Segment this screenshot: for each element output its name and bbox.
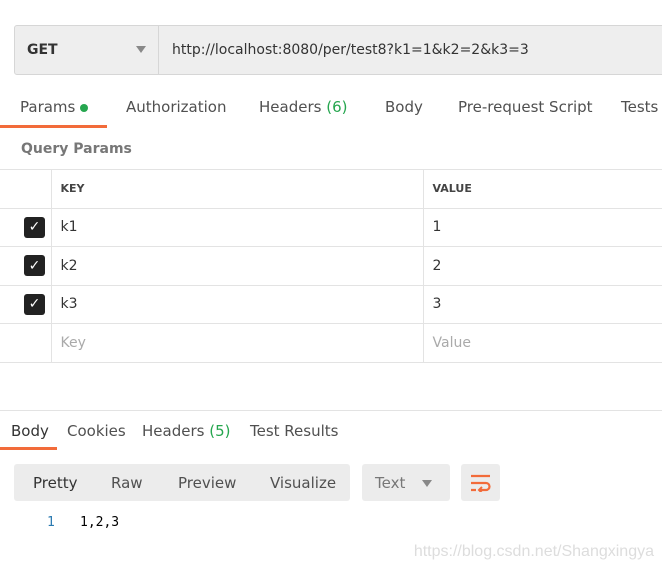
checkbox-checked-icon[interactable]: ✓ — [24, 293, 45, 315]
raw-button[interactable]: Raw — [111, 474, 143, 492]
format-label: Text — [375, 474, 406, 492]
chevron-down-icon — [422, 480, 432, 487]
query-params-title: Query Params — [21, 141, 132, 157]
watermark: https://blog.csdn.net/Shangxingya — [413, 543, 654, 560]
table-row: ✓ k2 2 — [0, 246, 662, 286]
wrap-lines-button[interactable] — [461, 464, 500, 501]
method-select[interactable]: GET — [15, 26, 159, 74]
preview-button[interactable]: Preview — [178, 474, 236, 492]
param-key[interactable]: k2 — [50, 246, 424, 286]
tab-cookies[interactable]: Cookies — [67, 422, 126, 440]
tab-response-headers[interactable]: Headers (5) — [142, 422, 230, 440]
tab-headers[interactable]: Headers (6) — [259, 98, 347, 116]
response-headers-count: (5) — [209, 422, 231, 440]
table-row: ✓ k3 3 — [0, 284, 662, 324]
active-tab-underline — [0, 125, 107, 128]
tab-authorization[interactable]: Authorization — [126, 98, 226, 116]
column-key: KEY — [50, 169, 424, 209]
response-content: 1,2,3 — [80, 515, 120, 530]
param-key[interactable]: k3 — [50, 284, 424, 324]
request-bar: GET http://localhost:8080/per/test8?k1=1… — [14, 25, 662, 75]
line-number: 1 — [47, 515, 55, 530]
chevron-down-icon — [136, 46, 146, 53]
params-table: KEY VALUE ✓ k1 1 ✓ k2 2 ✓ k3 3 Key Value — [0, 169, 662, 363]
param-value[interactable]: 3 — [422, 284, 662, 324]
view-mode-segment: Pretty Raw Preview Visualize — [14, 464, 350, 501]
tab-params-label: Params — [20, 98, 76, 116]
new-key-input[interactable]: Key — [50, 323, 424, 363]
pretty-button[interactable]: Pretty — [33, 474, 78, 492]
tab-body[interactable]: Body — [385, 98, 423, 116]
visualize-button[interactable]: Visualize — [270, 474, 336, 492]
table-row: ✓ k1 1 — [0, 207, 662, 247]
active-response-tab-underline — [0, 447, 57, 450]
tab-test-results[interactable]: Test Results — [250, 422, 338, 440]
tab-prerequest-script[interactable]: Pre-request Script — [458, 98, 593, 116]
param-value[interactable]: 1 — [422, 207, 662, 247]
tab-params[interactable]: Params — [20, 98, 89, 116]
param-key[interactable]: k1 — [50, 207, 424, 247]
tab-response-body[interactable]: Body — [11, 422, 49, 440]
tab-tests[interactable]: Tests — [621, 98, 658, 116]
headers-count: (6) — [326, 98, 348, 116]
checkbox-checked-icon[interactable]: ✓ — [24, 216, 45, 238]
checkbox-checked-icon[interactable]: ✓ — [24, 255, 45, 277]
url-input[interactable]: http://localhost:8080/per/test8?k1=1&k2=… — [159, 42, 529, 58]
tab-headers-label: Headers — [259, 98, 322, 116]
header-checkbox-cell — [0, 169, 52, 209]
table-row-new: Key Value — [0, 323, 662, 363]
format-select[interactable]: Text — [362, 464, 450, 501]
active-dot-icon — [80, 103, 89, 112]
empty-checkbox-cell — [0, 323, 52, 363]
column-value: VALUE — [422, 169, 662, 209]
param-value[interactable]: 2 — [422, 246, 662, 286]
method-label: GET — [27, 42, 58, 58]
tab-response-headers-label: Headers — [142, 422, 205, 440]
new-value-input[interactable]: Value — [422, 323, 662, 363]
divider — [0, 410, 662, 411]
wrap-icon — [470, 474, 491, 492]
table-header: KEY VALUE — [0, 169, 662, 209]
